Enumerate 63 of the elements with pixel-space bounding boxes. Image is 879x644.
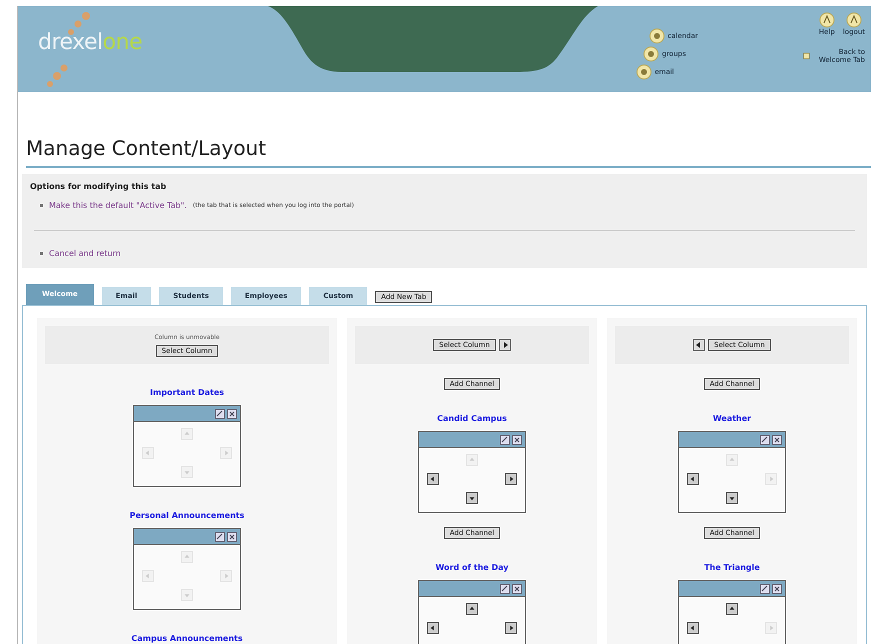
channel-title[interactable]: Campus Announcements [131,634,243,643]
channel-title[interactable]: Important Dates [150,388,224,397]
right-arrow-icon [507,624,515,632]
right-arrow-icon [507,475,515,483]
right-arrow-button[interactable] [505,473,517,485]
channel-title[interactable]: The Triangle [704,563,760,572]
down-arrow-icon [183,468,191,476]
left-arrow-button[interactable] [427,622,439,634]
edit-icon[interactable] [215,408,225,418]
up-arrow-icon [183,430,191,438]
right-arrow-icon [767,624,775,632]
bullet-icon [40,252,43,255]
down-arrow-icon [468,494,476,502]
left-arrow-icon [144,572,152,580]
right-arrow-button[interactable] [505,622,517,634]
channel-title[interactable]: Weather [712,414,752,423]
channel-title[interactable]: Personal Announcements [130,511,244,520]
left-arrow-button[interactable] [427,473,439,485]
edit-icon[interactable] [760,584,770,594]
down-arrow-button[interactable] [466,492,478,504]
round-icon [636,64,652,80]
bullet-icon [40,204,43,207]
left-arrow-icon [429,624,437,632]
move-right-button[interactable] [498,339,511,351]
up-arrow-icon [728,456,736,464]
edit-icon[interactable] [214,532,225,542]
close-icon[interactable] [227,408,237,418]
left-arrow-button[interactable] [687,473,699,485]
down-arrow-button[interactable] [726,492,738,504]
edit-icon[interactable] [500,584,510,594]
close-icon[interactable] [512,434,522,444]
edit-icon[interactable] [760,434,770,444]
left-arrow-icon [429,475,437,483]
up-arrow-icon [468,605,476,613]
move-left-button[interactable] [693,339,706,351]
close-icon[interactable] [772,434,782,444]
close-icon[interactable] [772,584,782,594]
options-heading: Options for modifying this tab [30,182,168,191]
channel-title[interactable]: Candid Campus [437,414,507,423]
up-arrow-icon [728,605,736,613]
close-icon[interactable] [226,532,237,542]
left-arrow-icon [689,475,697,483]
down-arrow-icon [182,591,191,599]
option-link[interactable]: Make this the default "Active Tab". [49,201,187,210]
left-arrow-icon [689,624,697,632]
close-icon[interactable] [512,584,522,594]
up-arrow-button[interactable] [466,603,478,615]
right-arrow-icon [767,475,775,483]
round-icon [818,12,835,28]
down-arrow-icon [728,494,736,502]
round-icon [846,12,862,28]
up-arrow-icon [182,553,191,561]
round-icon [643,46,660,62]
page-title: Manage Content/Layout [26,136,871,168]
right-arrow-icon [222,449,230,457]
up-arrow-button[interactable] [726,603,738,615]
round-icon [648,28,665,44]
up-arrow-icon [468,456,476,464]
left-arrow-button[interactable] [687,622,699,634]
option-link[interactable]: Cancel and return [49,249,121,258]
channel-title[interactable]: Word of the Day [436,563,508,572]
left-arrow-icon [144,449,152,457]
edit-icon[interactable] [500,434,510,444]
